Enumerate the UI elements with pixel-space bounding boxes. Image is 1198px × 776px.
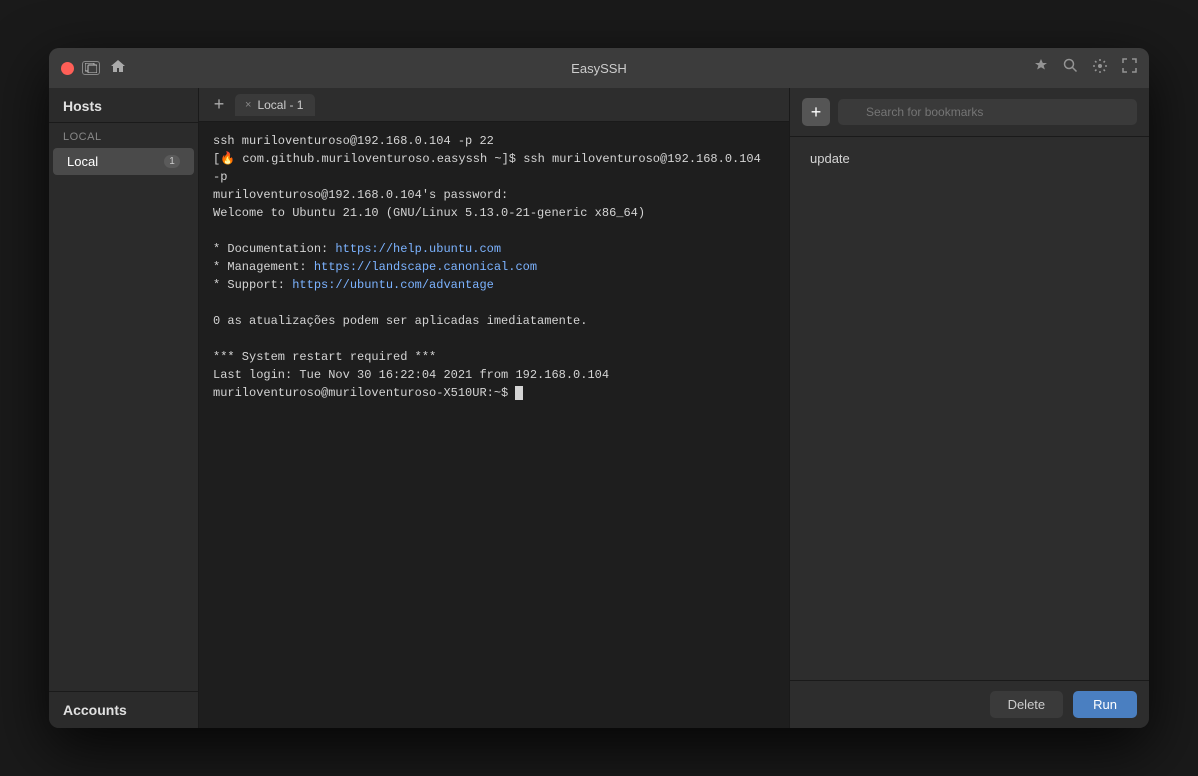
main-content: Hosts Local Local 1 Accounts + × Local -… xyxy=(49,88,1149,728)
tab-bar: + × Local - 1 xyxy=(199,88,789,122)
bookmark-list: update xyxy=(790,137,1149,680)
terminal-line-11: *** System restart required *** xyxy=(213,348,775,366)
local-group-label: Local xyxy=(49,123,198,147)
tab-label: Local - 1 xyxy=(257,98,303,112)
close-button[interactable] xyxy=(61,62,74,75)
sidebar: Hosts Local Local 1 Accounts xyxy=(49,88,199,728)
run-button[interactable]: Run xyxy=(1073,691,1137,718)
app-title: EasySSH xyxy=(571,61,627,76)
tab-close-icon[interactable]: × xyxy=(245,99,251,111)
bookmark-header: + xyxy=(790,88,1149,137)
sidebar-item-local-label: Local xyxy=(67,154,98,169)
tab-local-1[interactable]: × Local - 1 xyxy=(235,94,315,116)
sidebar-spacer xyxy=(49,176,198,691)
terminal-line-8 xyxy=(213,294,775,312)
sidebar-item-badge: 1 xyxy=(164,155,180,168)
terminal-line-4 xyxy=(213,222,775,240)
title-bar-controls xyxy=(61,59,126,78)
terminal-line-1: [🔥 com.github.muriloventuroso.easyssh ~]… xyxy=(213,150,775,186)
new-tab-icon[interactable] xyxy=(82,61,100,75)
terminal-area: + × Local - 1 ssh muriloventuroso@192.16… xyxy=(199,88,789,728)
hosts-header: Hosts xyxy=(49,88,198,123)
accounts-button[interactable]: Accounts xyxy=(49,691,198,728)
bookmark-search-wrap xyxy=(838,99,1137,125)
title-bar-actions xyxy=(1033,58,1137,79)
search-button[interactable] xyxy=(1063,58,1078,78)
settings-button[interactable] xyxy=(1092,58,1108,79)
delete-button[interactable]: Delete xyxy=(990,691,1064,718)
bookmark-search-input[interactable] xyxy=(838,99,1137,125)
home-button[interactable] xyxy=(110,59,126,78)
title-bar: EasySSH xyxy=(49,48,1149,88)
bookmark-footer: Delete Run xyxy=(790,680,1149,728)
cursor xyxy=(515,386,523,400)
terminal-line-9: 0 as atualizações podem ser aplicadas im… xyxy=(213,312,775,330)
new-tab-button[interactable]: + xyxy=(207,93,231,117)
terminal-line-3: Welcome to Ubuntu 21.10 (GNU/Linux 5.13.… xyxy=(213,204,775,222)
terminal-line-0: ssh muriloventuroso@192.168.0.104 -p 22 xyxy=(213,132,775,150)
terminal-line-12: Last login: Tue Nov 30 16:22:04 2021 fro… xyxy=(213,366,775,384)
terminal-output[interactable]: ssh muriloventuroso@192.168.0.104 -p 22[… xyxy=(199,122,789,728)
terminal-line-7: * Support: https://ubuntu.com/advantage xyxy=(213,276,775,294)
terminal-line-2: muriloventuroso@192.168.0.104's password… xyxy=(213,186,775,204)
bookmark-item-update[interactable]: update xyxy=(796,144,1143,173)
fullscreen-button[interactable] xyxy=(1122,58,1137,78)
terminal-line-10 xyxy=(213,330,775,348)
terminal-line-6: * Management: https://landscape.canonica… xyxy=(213,258,775,276)
sidebar-item-local[interactable]: Local 1 xyxy=(53,148,194,175)
bookmark-panel: + update Delete Run xyxy=(789,88,1149,728)
app-window: EasySSH Hosts Local Local 1 xyxy=(49,48,1149,728)
star-button[interactable] xyxy=(1033,58,1049,79)
terminal-line-5: * Documentation: https://help.ubuntu.com xyxy=(213,240,775,258)
bookmark-add-button[interactable]: + xyxy=(802,98,830,126)
terminal-line-13: muriloventuroso@muriloventuroso-X510UR:~… xyxy=(213,384,775,402)
